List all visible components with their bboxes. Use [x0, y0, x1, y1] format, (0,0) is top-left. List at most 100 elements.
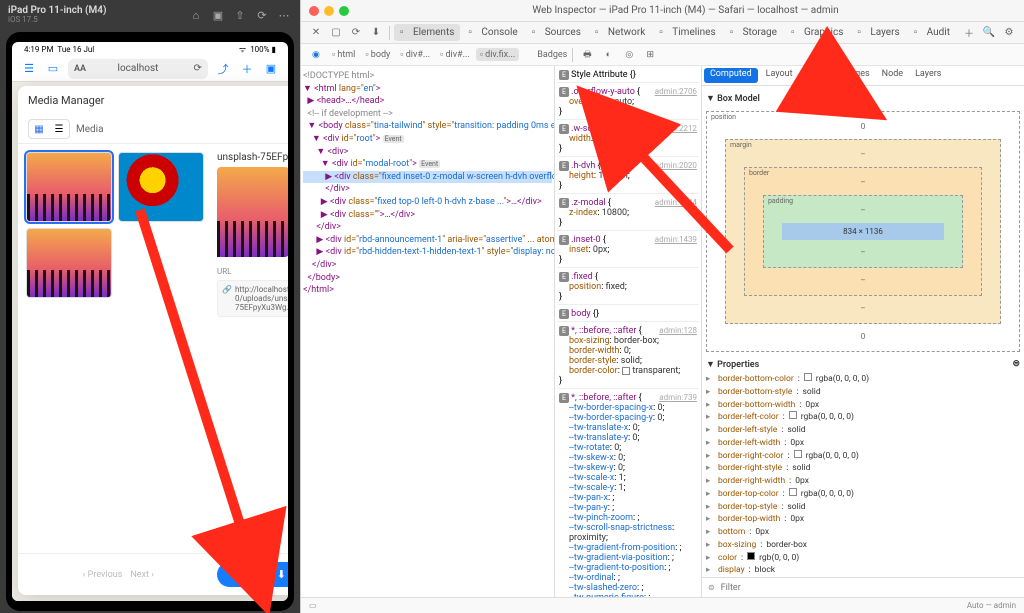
dom-tree-panel[interactable]: <!DOCTYPE html>▼ <html lang="en"> ▶ <hea… — [301, 66, 555, 597]
file-url-box[interactable]: 🔗 http://localhost:3000/uploads/unsplash… — [217, 280, 288, 317]
computed-property[interactable]: ▸border-right-style: solid — [706, 462, 1020, 475]
tab-graphics[interactable]: ▫Graphics — [785, 24, 849, 41]
insert-button[interactable]: Insert ⬇ — [217, 562, 288, 587]
css-rule[interactable]: E .fixed {position: fixed;} — [557, 270, 699, 305]
computed-tab-layers[interactable]: Layers — [909, 66, 947, 85]
sidebar-toggle-icon[interactable]: ☰ — [20, 60, 38, 78]
settings-icon[interactable]: ⚙ — [1000, 24, 1018, 42]
css-rule[interactable]: E body {} — [557, 307, 699, 322]
reload-icon[interactable]: ⟳ — [194, 63, 202, 74]
search-icon[interactable]: 🔍 — [980, 24, 998, 42]
filter-icon[interactable]: ⊜ — [1012, 359, 1020, 370]
more-icon[interactable]: ⋯ — [276, 7, 292, 23]
format-icon[interactable]: ⊞ — [641, 46, 659, 64]
screenshot-icon[interactable]: ▣ — [210, 7, 226, 23]
breadcrumb-segment[interactable]: ▫ html — [328, 48, 359, 61]
computed-property[interactable]: ▸border-top-width: 0px — [706, 513, 1020, 526]
styles-panel[interactable]: E Style Attribute {} admin:2706E .overflo… — [555, 66, 702, 597]
css-rule[interactable]: E Style Attribute {} — [557, 68, 699, 83]
share-up-icon[interactable]: ⤴ — [214, 60, 232, 78]
dom-node[interactable]: ▼ <body class="tina-tailwind" style="tra… — [303, 120, 552, 133]
computed-tab-font[interactable]: Font — [799, 66, 829, 85]
computed-property[interactable]: ▸border-top-style: solid — [706, 501, 1020, 514]
book-icon[interactable]: ▭ — [44, 60, 62, 78]
badges-dropdown[interactable]: Badges — [537, 50, 567, 60]
tab-audit[interactable]: ▫Audit — [908, 24, 956, 41]
breadcrumb-segment[interactable]: ▫ body — [361, 48, 394, 61]
next-page-button[interactable]: Next › — [130, 570, 154, 580]
computed-property[interactable]: ▸border-left-style: solid — [706, 424, 1020, 437]
new-tab-icon[interactable]: ＋ — [238, 60, 256, 78]
css-rule[interactable]: admin:2706E .overflow-y-auto {overflow-y… — [557, 85, 699, 120]
tabs-icon[interactable]: ▣ — [262, 60, 280, 78]
dom-node[interactable]: ▶ <div id="rbd-hidden-text-1-hidden-text… — [303, 246, 552, 259]
dom-node[interactable]: </html> — [303, 284, 552, 297]
breadcrumb-segment[interactable]: ▫ div.fix... — [476, 48, 520, 61]
tab-sources[interactable]: ▫Sources — [526, 24, 587, 41]
dom-node[interactable]: ▼ <div id="modal-root"> Event — [303, 158, 552, 171]
grid-view-icon[interactable]: ▦ — [29, 120, 49, 138]
close-dock-icon[interactable]: ✕ — [307, 24, 325, 42]
dom-node[interactable]: ▶ <div class="">…</div> — [303, 209, 552, 222]
tab-elements[interactable]: ▫Elements — [394, 24, 460, 41]
console-toggle-icon[interactable]: ▭ — [309, 601, 317, 610]
thumbnail-item[interactable] — [26, 228, 112, 298]
computed-property[interactable]: ▸border-right-width: 0px — [706, 475, 1020, 488]
css-rule[interactable]: admin:2020E .h-dvh {height: 100dvh;} — [557, 159, 699, 194]
minimize-window-button[interactable] — [324, 6, 334, 16]
tab-layers[interactable]: ▫Layers — [851, 24, 905, 41]
tab-console[interactable]: ▫Console — [462, 24, 523, 41]
computed-tab-layout[interactable]: Layout — [760, 66, 799, 85]
text-size-icon[interactable]: AA — [74, 64, 86, 74]
computed-tab-computed[interactable]: Computed — [704, 68, 758, 83]
computed-body[interactable]: ▼ Box Model position 0 margin– border– p… — [702, 86, 1024, 577]
computed-filter-input[interactable] — [721, 583, 1018, 593]
dom-node[interactable]: ▼ <html lang="en"> — [303, 83, 552, 96]
computed-property[interactable]: ▸border-bottom-width: 0px — [706, 399, 1020, 412]
dom-node[interactable]: </div> — [303, 221, 552, 234]
rotate-icon[interactable]: ⟳ — [254, 7, 270, 23]
dom-node[interactable]: ▶ <div id="rbd-announcement-1" aria-live… — [303, 234, 552, 247]
breadcrumb-segment[interactable]: ▫ div#... — [396, 48, 434, 61]
computed-property[interactable]: ▸bottom: 0px — [706, 526, 1020, 539]
dom-node[interactable]: ▶ <div class="fixed inset-0 z-modal w-sc… — [303, 171, 552, 184]
computed-property[interactable]: ▸color: rgb(0, 0, 0) — [706, 552, 1020, 565]
print-icon[interactable]: 🖶 — [578, 46, 596, 64]
dom-node[interactable]: </div> — [303, 259, 552, 272]
dom-node[interactable]: ▼ <div> — [303, 146, 552, 159]
home-icon[interactable]: ⌂ — [188, 7, 204, 23]
share-icon[interactable]: ⇧ — [232, 7, 248, 23]
list-view-icon[interactable]: ☰ — [49, 120, 69, 138]
computed-property[interactable]: ▸border-top-color: rgba(0, 0, 0, 0) — [706, 488, 1020, 501]
dom-node[interactable]: ▶ <div class="fixed top-0 left-0 h-dvh z… — [303, 196, 552, 209]
computed-property[interactable]: ▸border-right-color: rgba(0, 0, 0, 0) — [706, 450, 1020, 463]
computed-property[interactable]: ▸border-left-color: rgba(0, 0, 0, 0) — [706, 411, 1020, 424]
dom-node[interactable]: <!DOCTYPE html> — [303, 70, 552, 83]
dom-node[interactable]: <!-- if development --> — [303, 108, 552, 121]
tab-timelines[interactable]: ▫Timelines — [653, 24, 721, 41]
plus-icon[interactable]: ＋ — [960, 24, 978, 42]
dom-node[interactable]: ▼ <div id="root"> Event — [303, 133, 552, 146]
prev-page-button[interactable]: ‹ Previous — [83, 570, 123, 580]
media-breadcrumb[interactable]: Media — [76, 124, 104, 135]
motion-icon[interactable]: ◎ — [620, 46, 638, 64]
dom-node[interactable]: </div> — [303, 183, 552, 196]
css-rule[interactable]: admin:2212E .w-screen {width: ...;} — [557, 122, 699, 157]
maximize-window-button[interactable] — [339, 6, 349, 16]
url-field[interactable]: AA localhost ⟳ — [68, 59, 208, 79]
dock-icon[interactable]: ▢ — [327, 24, 345, 42]
computed-tab-changes[interactable]: Changes — [829, 66, 876, 85]
thumbnail-item[interactable] — [118, 152, 204, 222]
close-window-button[interactable] — [309, 6, 319, 16]
computed-tab-node[interactable]: Node — [876, 66, 909, 85]
computed-property[interactable]: ▸border-left-width: 0px — [706, 437, 1020, 450]
css-rule[interactable]: admin:1644E .z-modal {z-index: 10800;} — [557, 196, 699, 231]
download-icon[interactable]: ⬇ — [367, 24, 385, 42]
tab-storage[interactable]: ▫Storage — [724, 24, 783, 41]
dom-node[interactable]: ▶ <head>…</head> — [303, 95, 552, 108]
computed-property[interactable]: ▸border-bottom-color: rgba(0, 0, 0, 0) — [706, 373, 1020, 386]
contrast-icon[interactable]: ◐ — [599, 46, 617, 64]
computed-property[interactable]: ▸box-sizing: border-box — [706, 539, 1020, 552]
computed-property[interactable]: ▸display: block — [706, 564, 1020, 577]
reload-icon[interactable]: ⟳ — [347, 24, 365, 42]
